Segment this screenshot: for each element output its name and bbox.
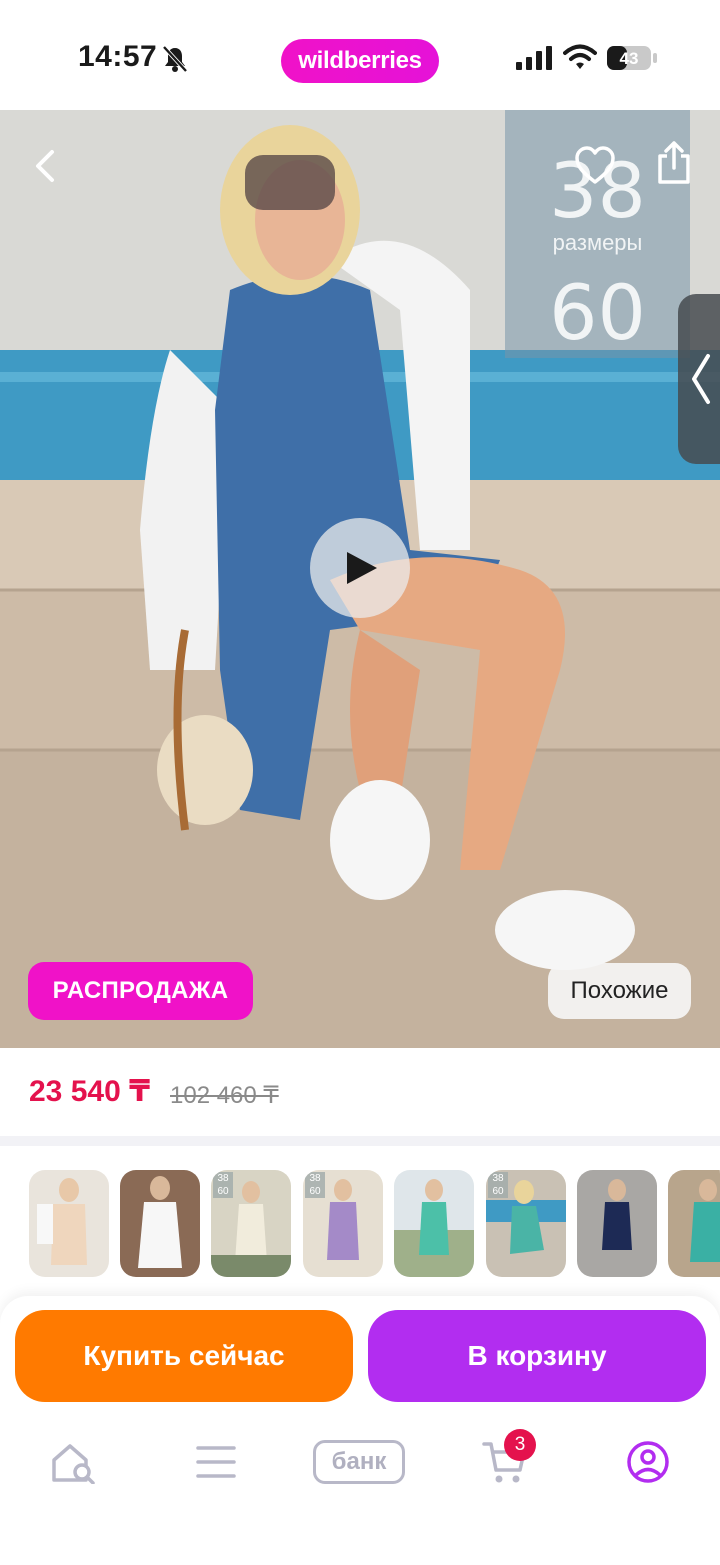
status-time: 14:57	[78, 40, 158, 73]
buy-now-button[interactable]: Купить сейчас	[15, 1310, 353, 1402]
play-video-button[interactable]	[310, 518, 410, 618]
price-card: 23 540 ₸ 102 460 ₸	[0, 1048, 720, 1136]
bank-icon[interactable]: банк	[313, 1440, 405, 1484]
signal-icon	[516, 46, 552, 70]
sale-badge: РАСПРОДАЖА	[28, 962, 253, 1020]
thumbnail-image	[29, 1170, 109, 1277]
wifi-icon	[563, 44, 597, 69]
product-image[interactable]: 38 размеры 60 РАСПРОДАЖА Похожие	[0, 110, 720, 1048]
thumbnail-4[interactable]: 38 60	[303, 1170, 383, 1277]
section-divider	[0, 1136, 720, 1146]
thumbnail-size-badge: 38 60	[488, 1172, 508, 1198]
thumbnail-size-badge: 38 60	[305, 1172, 325, 1198]
brand-logo: wildberries	[281, 39, 439, 83]
heart-icon[interactable]	[574, 146, 616, 186]
thumbnail-1[interactable]	[29, 1170, 109, 1277]
home-search-icon[interactable]	[50, 1440, 96, 1484]
thumbnail-5[interactable]	[394, 1170, 474, 1277]
thumbnail-image	[668, 1170, 720, 1277]
battery-icon: 43	[606, 45, 658, 71]
cart-count-badge: 3	[504, 1429, 536, 1461]
thumbnail-6[interactable]: 38 60	[486, 1170, 566, 1277]
badge-to: 60	[492, 1186, 504, 1197]
thumbnail-2[interactable]	[120, 1170, 200, 1277]
thumbnail-image	[394, 1170, 474, 1277]
variant-thumbnails: 38 60 38 60 38 60	[0, 1146, 720, 1296]
share-icon[interactable]	[654, 140, 694, 186]
side-tab-chevron-icon	[692, 354, 710, 404]
play-icon	[347, 552, 377, 584]
thumbnail-3[interactable]: 38 60	[211, 1170, 291, 1277]
bottom-navigation: банк 3	[0, 1416, 720, 1565]
similar-button[interactable]: Похожие	[548, 963, 691, 1019]
size-label: размеры	[552, 230, 643, 255]
status-bar: 14:57 wildberries 43	[0, 0, 720, 110]
battery-level: 43	[620, 49, 639, 68]
add-to-cart-button[interactable]: В корзину	[368, 1310, 706, 1402]
purchase-actions: Купить сейчас В корзину	[0, 1296, 720, 1416]
thumbnail-image	[120, 1170, 200, 1277]
badge-to: 60	[309, 1186, 321, 1197]
side-panel-tab[interactable]	[678, 294, 720, 464]
thumbnail-8[interactable]	[668, 1170, 720, 1277]
badge-to: 60	[217, 1186, 229, 1197]
badge-from: 38	[492, 1173, 504, 1184]
thumbnail-image	[577, 1170, 657, 1277]
badge-from: 38	[217, 1173, 229, 1184]
thumbnail-size-badge: 38 60	[213, 1172, 233, 1198]
size-to: 60	[549, 268, 646, 357]
back-icon[interactable]	[26, 144, 66, 188]
old-price: 102 460 ₸	[170, 1082, 279, 1109]
thumbnail-7[interactable]	[577, 1170, 657, 1277]
catalog-icon[interactable]	[196, 1440, 236, 1484]
current-price: 23 540 ₸	[29, 1075, 150, 1108]
bell-off-icon	[162, 45, 188, 73]
profile-icon[interactable]	[626, 1440, 670, 1484]
badge-from: 38	[309, 1173, 321, 1184]
